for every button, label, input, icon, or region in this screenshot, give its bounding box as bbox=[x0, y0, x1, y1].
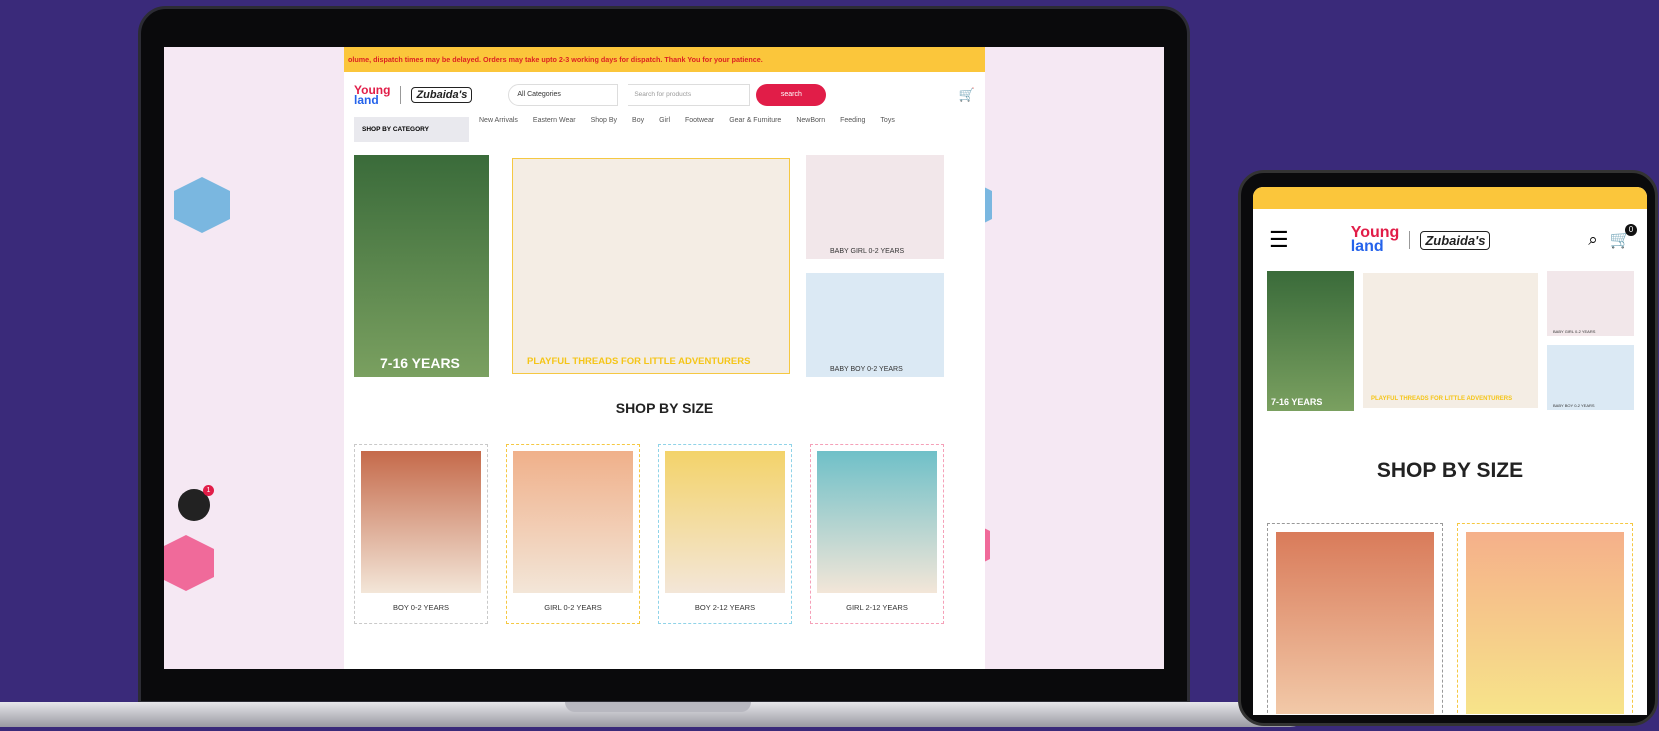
size-card[interactable]: GIRL 2-12 YEARS bbox=[810, 444, 944, 624]
nav-item[interactable]: Eastern Wear bbox=[533, 117, 576, 124]
nav-item[interactable]: Boy bbox=[632, 117, 644, 124]
size-cards: BOY 0-2 YEARS GIRL 0-2 YEARS BOY 2-12 YEAR… bbox=[354, 444, 944, 624]
search-button[interactable]: search bbox=[756, 83, 827, 106]
hero-tile-baby-boy[interactable]: BABY BOY 0-2 YEARS bbox=[806, 273, 944, 377]
hero-tile-7-16[interactable]: 7-16 YEARS bbox=[354, 155, 489, 377]
hero-banners: 7-16 YEARS PLAYFUL THREADS FOR LITTLE AD… bbox=[344, 155, 985, 400]
shop-by-category-button[interactable]: SHOP BY CATEGORY bbox=[354, 117, 469, 142]
phone-hero-tile-center[interactable]: PLAYFUL THREADS FOR LITTLE ADVENTURERS bbox=[1363, 273, 1538, 408]
phone-size-card-girl-image bbox=[1466, 532, 1624, 714]
phone-hero-left-label: 7-16 YEARS bbox=[1271, 397, 1323, 407]
phone-hero-tile-baby-girl[interactable]: BABY GIRL 0-2 YEARS bbox=[1547, 271, 1634, 336]
phone-header: ☰ Young land Zubaida's ⌕ 🛒 0 bbox=[1253, 209, 1647, 271]
main-nav: SHOP BY CATEGORY New Arrivals Eastern Wea… bbox=[344, 117, 985, 155]
website: olume, dispatch times may be delayed. Or… bbox=[344, 47, 985, 669]
size-card-label: BOY 2-12 YEARS bbox=[694, 603, 756, 612]
phone-screen: ☰ Young land Zubaida's ⌕ 🛒 0 7-16 YEARS PL… bbox=[1253, 187, 1647, 715]
size-card-image bbox=[665, 451, 785, 593]
announcement-banner: olume, dispatch times may be delayed. Or… bbox=[344, 47, 985, 72]
shop-by-size-title: SHOP BY SIZE bbox=[615, 400, 714, 416]
phone-size-cards bbox=[1253, 523, 1647, 715]
decor-hexagon-left bbox=[174, 177, 230, 233]
category-select[interactable]: All Categories bbox=[508, 83, 619, 106]
site-header: Young land Zubaida's All Categories Searc… bbox=[344, 72, 985, 117]
hero-right-bottom-label: BABY BOY 0-2 YEARS bbox=[830, 366, 903, 373]
nav-item[interactable]: NewBorn bbox=[796, 117, 825, 124]
hero-left-label: 7-16 YEARS bbox=[380, 355, 460, 371]
phone-size-card-girl[interactable] bbox=[1457, 523, 1633, 715]
phone-shop-by-size-title: SHOP BY SIZE bbox=[1376, 459, 1524, 482]
phone-banner bbox=[1253, 187, 1647, 209]
chat-badge: 1 bbox=[203, 485, 214, 496]
nav-item[interactable]: Feeding bbox=[840, 117, 865, 124]
phone-hero-right-bottom-label: BABY BOY 0-2 YEARS bbox=[1553, 403, 1595, 408]
phone-logo-zubaidas[interactable]: Zubaida's bbox=[1420, 230, 1491, 250]
phone-logo-young-land[interactable]: Young land bbox=[1350, 225, 1400, 255]
phone-hero-right-top-label: BABY GIRL 0-2 YEARS bbox=[1553, 329, 1596, 334]
nav-item[interactable]: Girl bbox=[659, 117, 670, 124]
size-card-image bbox=[817, 451, 937, 593]
cart-icon[interactable]: 🛒 bbox=[959, 87, 975, 103]
search-input[interactable]: Search for products bbox=[628, 83, 751, 106]
chat-button[interactable]: 1 bbox=[178, 485, 214, 521]
hero-tile-center[interactable]: PLAYFUL THREADS FOR LITTLE ADVENTURERS bbox=[512, 158, 790, 374]
logo-young-land[interactable]: Young land bbox=[354, 84, 390, 106]
logo-zubaidas[interactable]: Zubaida's bbox=[411, 86, 473, 103]
size-card[interactable]: BOY 0-2 YEARS bbox=[354, 444, 488, 624]
nav-item[interactable]: Gear & Furniture bbox=[729, 117, 781, 124]
logo-separator bbox=[400, 85, 402, 104]
phone-logo-separator bbox=[1409, 231, 1411, 249]
menu-icon[interactable]: ☰ bbox=[1269, 227, 1289, 253]
search-icon[interactable]: ⌕ bbox=[1588, 230, 1598, 250]
phone-cart-icon[interactable]: 🛒 0 bbox=[1610, 224, 1637, 250]
nav-item[interactable]: Shop By bbox=[591, 117, 617, 124]
phone-hero-tile-baby-boy[interactable]: BABY BOY 0-2 YEARS bbox=[1547, 345, 1634, 410]
phone-hero-center-label: PLAYFUL THREADS FOR LITTLE ADVENTURERS bbox=[1371, 396, 1513, 402]
size-card[interactable]: BOY 2-12 YEARS bbox=[658, 444, 792, 624]
size-card-image bbox=[361, 451, 481, 593]
phone-hero: 7-16 YEARS PLAYFUL THREADS FOR LITTLE AD… bbox=[1253, 271, 1647, 411]
size-card[interactable]: GIRL 0-2 YEARS bbox=[506, 444, 640, 624]
phone-size-card-boy-image bbox=[1276, 532, 1434, 714]
laptop-screen: 1 olume, dispatch times may be delayed. … bbox=[164, 47, 1164, 669]
nav-item[interactable]: Footwear bbox=[685, 117, 714, 124]
nav-links: New Arrivals Eastern Wear Shop By Boy Girl Fo… bbox=[479, 117, 939, 124]
hero-tile-baby-girl[interactable]: BABY GIRL 0-2 YEARS bbox=[806, 155, 944, 259]
phone-hero-tile-7-16[interactable]: 7-16 YEARS bbox=[1267, 271, 1354, 411]
decor-hexagon-pink-left bbox=[164, 535, 214, 591]
size-card-label: GIRL 0-2 YEARS bbox=[544, 603, 602, 612]
cart-count: 0 bbox=[1625, 224, 1637, 236]
size-card-image bbox=[513, 451, 633, 593]
size-card-label: GIRL 2-12 YEARS bbox=[846, 603, 908, 612]
laptop-notch bbox=[565, 702, 751, 712]
phone-size-card-boy[interactable] bbox=[1267, 523, 1443, 715]
nav-item[interactable]: New Arrivals bbox=[479, 117, 518, 124]
phone-logo-land: land bbox=[1350, 238, 1384, 255]
hero-center-label: PLAYFUL THREADS FOR LITTLE ADVENTURERS bbox=[527, 356, 751, 367]
hero-right-top-label: BABY GIRL 0-2 YEARS bbox=[830, 248, 905, 255]
size-card-label: BOY 0-2 YEARS bbox=[392, 603, 449, 612]
nav-item[interactable]: Toys bbox=[880, 117, 894, 124]
